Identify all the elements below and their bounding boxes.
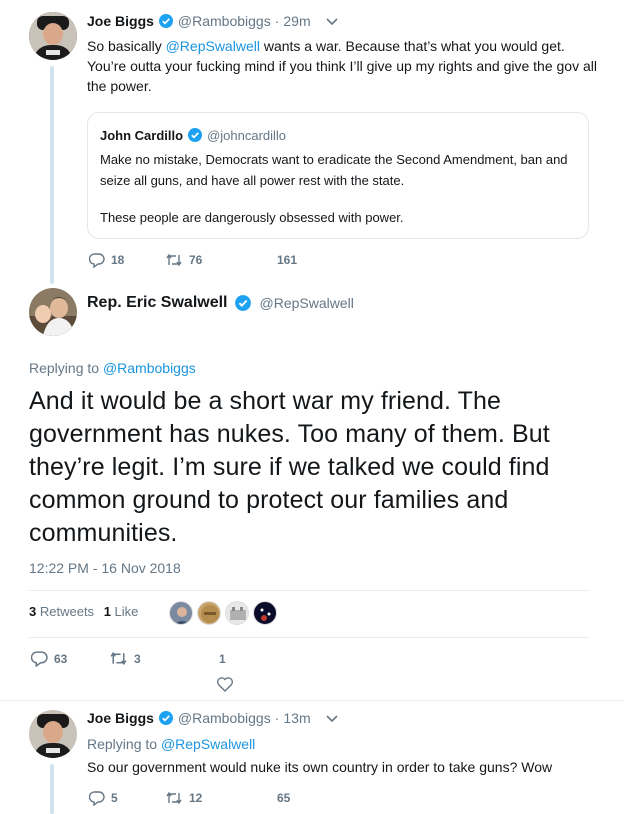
like-button[interactable]: 65 <box>277 791 290 805</box>
separator-dot: · <box>274 13 280 29</box>
divider <box>0 700 624 701</box>
quoted-tweet[interactable]: John Cardillo @johncardillo Make no mist… <box>87 112 589 239</box>
verified-icon <box>188 128 203 142</box>
main-replying-to: Replying to @Rambobiggs <box>29 360 196 376</box>
main-tweet-header: Rep. Eric Swalwell @RepSwalwell <box>87 294 354 312</box>
reply-count: 63 <box>54 651 68 666</box>
liker-avatar[interactable] <box>169 601 193 625</box>
main-author-handle[interactable]: @RepSwalwell <box>260 295 354 311</box>
tweet3-author-name[interactable]: Joe Biggs <box>87 710 154 726</box>
reply-button[interactable]: 18 <box>89 252 165 268</box>
tweet3-time[interactable]: 13m <box>283 710 310 726</box>
like-button[interactable]: 161 <box>277 253 297 267</box>
like-count: 1 <box>219 651 226 666</box>
retweet-button[interactable]: 76 <box>165 252 277 268</box>
divider <box>29 590 589 591</box>
tweet3-replying-to: Replying to @RepSwalwell <box>87 736 256 752</box>
retweet-count: 12 <box>189 791 203 805</box>
tweet1-author-handle[interactable]: @Rambobiggs <box>178 13 271 29</box>
main-tweet-text: And it would be a short war my friend. T… <box>29 387 550 547</box>
tweet1-author-name[interactable]: Joe Biggs <box>87 13 154 29</box>
main-tweet-timestamp[interactable]: 12:22 PM - 16 Nov 2018 <box>29 558 181 578</box>
tweet1-time[interactable]: 29m <box>283 13 310 29</box>
like-count-wrap: 1 <box>219 652 226 666</box>
tweet3-header: Joe Biggs @Rambobiggs · 13m <box>87 710 339 726</box>
quote-author-name: John Cardillo <box>100 127 184 143</box>
mention-link[interactable]: @RepSwalwell <box>166 38 260 54</box>
avatar-joe-biggs[interactable] <box>29 710 77 758</box>
separator-dot: · <box>274 710 280 726</box>
retweet-count: 76 <box>189 253 203 267</box>
reply-button[interactable]: 5 <box>89 790 165 806</box>
quote-text-para2: These people are dangerously obsessed wi… <box>100 210 404 225</box>
replying-to-link[interactable]: @RepSwalwell <box>161 736 255 752</box>
retweet-icon <box>166 791 182 805</box>
main-stats: 3 Retweets 1 Like <box>29 602 138 622</box>
liker-facepile[interactable] <box>169 601 281 625</box>
tweet1-actions: 18 76 161 <box>89 252 297 268</box>
quote-author-handle: @johncardillo <box>207 127 287 143</box>
reply-icon <box>89 253 105 268</box>
retweet-button[interactable]: 12 <box>165 790 277 806</box>
stats-likes[interactable]: 1 Like <box>104 604 139 619</box>
reply-icon <box>89 791 105 806</box>
stats-retweets[interactable]: 3 Retweets <box>29 604 94 619</box>
verified-icon <box>234 295 251 311</box>
retweet-count: 3 <box>134 651 141 666</box>
quote-text-para1: Make no mistake, Democrats want to eradi… <box>100 152 568 188</box>
retweet-icon <box>166 253 182 267</box>
quote-header: John Cardillo @johncardillo <box>100 127 286 143</box>
verified-icon <box>158 711 173 725</box>
thread-line-top <box>50 66 54 284</box>
reply-icon <box>31 651 48 667</box>
liker-avatar[interactable] <box>197 601 221 625</box>
retweet-icon <box>110 651 127 666</box>
like-icon[interactable] <box>216 676 234 692</box>
tweet3-actions: 5 12 65 <box>89 790 290 806</box>
tweet1-header: Joe Biggs @Rambobiggs · 29m <box>87 13 339 29</box>
tweet1-text: So basically @RepSwalwell wants a war. B… <box>87 38 597 94</box>
chevron-down-icon[interactable] <box>325 713 339 723</box>
tweet3-author-handle[interactable]: @Rambobiggs <box>178 710 271 726</box>
reply-count: 18 <box>111 253 125 267</box>
chevron-down-icon[interactable] <box>325 16 339 26</box>
tweet3-text: So our government would nuke its own cou… <box>87 759 553 775</box>
verified-icon <box>158 14 173 28</box>
liker-avatar[interactable] <box>253 601 277 625</box>
liker-avatar[interactable] <box>225 601 249 625</box>
divider <box>29 637 589 638</box>
reply-button[interactable]: 63 <box>31 650 109 667</box>
replying-to-link[interactable]: @Rambobiggs <box>103 360 196 376</box>
avatar-joe-biggs[interactable] <box>29 12 77 60</box>
thread-line-bottom <box>50 764 54 814</box>
retweet-button[interactable]: 3 <box>109 650 219 667</box>
like-count: 161 <box>277 253 298 267</box>
main-tweet-actions: 63 3 1 <box>31 650 226 667</box>
like-count: 65 <box>277 791 291 805</box>
avatar-eric-swalwell[interactable] <box>29 288 77 336</box>
reply-count: 5 <box>111 791 118 805</box>
main-author-name[interactable]: Rep. Eric Swalwell <box>87 294 228 312</box>
